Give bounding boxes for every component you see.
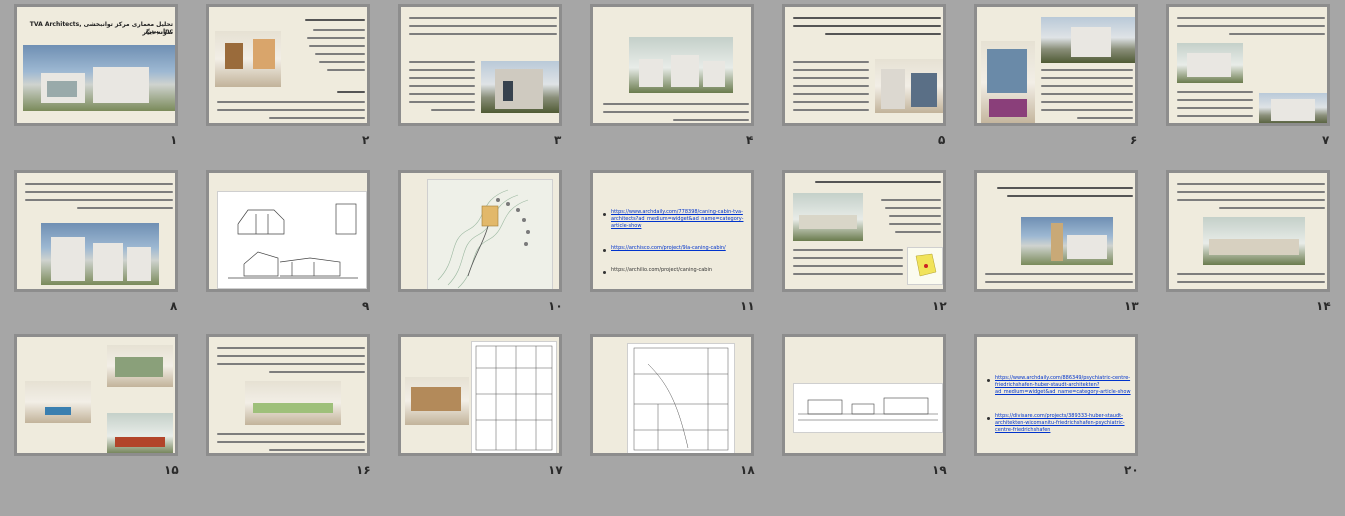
slide-12-map xyxy=(907,247,943,285)
slide-13-photo xyxy=(1021,217,1113,265)
slide-7[interactable] xyxy=(1166,4,1330,126)
slide-3-number: ۳ xyxy=(554,133,562,147)
slide-19[interactable] xyxy=(782,334,946,456)
slide-17[interactable] xyxy=(398,334,562,456)
slide-17-floor-plan xyxy=(471,341,557,453)
slide-9[interactable] xyxy=(206,170,370,292)
slide-thumb-19[interactable]: ۱۹ xyxy=(774,330,956,491)
slide-14-number: ۱۴ xyxy=(1316,299,1331,313)
slide-18-floor-plan xyxy=(627,343,735,453)
slide-12-number: ۱۲ xyxy=(932,299,947,313)
slide-17-photo xyxy=(405,377,469,425)
slide-6[interactable] xyxy=(974,4,1138,126)
slide-15-number: ۱۵ xyxy=(164,463,179,477)
slide-11[interactable]: https://www.archdaily.com/778398/caning-… xyxy=(590,170,754,292)
slide-thumb-18[interactable]: ۱۸ xyxy=(582,330,764,491)
slide-thumb-5[interactable]: ۵ xyxy=(774,0,956,161)
slide-19-section-drawing xyxy=(793,383,943,433)
slide-thumb-12[interactable]: ۱۲ xyxy=(774,166,956,327)
slide-7-number: ۷ xyxy=(1322,133,1330,147)
slide-13[interactable] xyxy=(974,170,1138,292)
slide-4-number: ۴ xyxy=(746,133,754,147)
slide-7-photo-1 xyxy=(1177,43,1243,83)
slide-12-photo xyxy=(793,193,863,241)
slide-17-number: ۱۷ xyxy=(548,463,563,477)
slide-6-number: ۶ xyxy=(1130,133,1138,147)
slide-thumb-2[interactable]: ۲ xyxy=(198,0,380,161)
slide-5-photo xyxy=(875,59,943,113)
slide-sorter-grid: تحلیل معماری مرکز توانبخشی TVA Architect… xyxy=(0,0,1345,516)
slide-thumb-6[interactable]: ۶ xyxy=(966,0,1148,161)
slide-20[interactable]: https://www.archdaily.com/886349/psychia… xyxy=(974,334,1138,456)
slide-16-number: ۱۶ xyxy=(356,463,371,477)
slide-8-photo xyxy=(41,223,159,285)
slide-11-link-2[interactable]: https://archisco.com/project/9la-caning-… xyxy=(611,245,749,252)
slide-thumb-17[interactable]: ۱۷ xyxy=(390,330,572,491)
slide-5[interactable] xyxy=(782,4,946,126)
slide-2-photo xyxy=(215,31,281,87)
slide-thumb-15[interactable]: ۱۵ xyxy=(6,330,188,491)
slide-10-number: ۱۰ xyxy=(548,299,563,313)
slide-4[interactable] xyxy=(590,4,754,126)
slide-thumb-11[interactable]: https://www.archdaily.com/778398/caning-… xyxy=(582,166,764,327)
slide-19-number: ۱۹ xyxy=(932,463,947,477)
slide-thumb-20[interactable]: https://www.archdaily.com/886349/psychia… xyxy=(966,330,1148,491)
slide-1-number: ۱ xyxy=(170,133,178,147)
slide-16-photo xyxy=(245,381,341,425)
slide-thumb-3[interactable]: ۳ xyxy=(390,0,572,161)
slide-15[interactable] xyxy=(14,334,178,456)
slide-20-link-1[interactable]: https://www.archdaily.com/886349/psychia… xyxy=(995,375,1133,396)
slide-14-photo xyxy=(1203,217,1305,265)
slide-6-photo-1 xyxy=(1041,17,1135,63)
slide-18-number: ۱۸ xyxy=(740,463,755,477)
slide-1-subtitle: نمونه دیگر xyxy=(142,29,173,36)
slide-9-elevation-drawing xyxy=(217,191,367,289)
slide-thumb-13[interactable]: ۱۳ xyxy=(966,166,1148,327)
slide-4-photo xyxy=(629,37,733,93)
slide-12[interactable] xyxy=(782,170,946,292)
slide-thumb-8[interactable]: ۸ xyxy=(6,166,188,327)
slide-7-photo-2 xyxy=(1259,93,1327,123)
slide-11-link-3[interactable]: https://archilio.com/project/caning-cabi… xyxy=(611,267,749,274)
slide-20-number: ۲۰ xyxy=(1124,463,1139,477)
slide-18[interactable] xyxy=(590,334,754,456)
slide-2-number: ۲ xyxy=(362,133,370,147)
slide-8-number: ۸ xyxy=(170,299,178,313)
slide-10[interactable] xyxy=(398,170,562,292)
slide-10-site-plan xyxy=(427,179,553,289)
slide-15-photo-2 xyxy=(25,381,91,423)
slide-1[interactable]: تحلیل معماری مرکز توانبخشی TVA Architect… xyxy=(14,4,178,126)
slide-thumb-1[interactable]: تحلیل معماری مرکز توانبخشی TVA Architect… xyxy=(6,0,188,161)
slide-20-link-2[interactable]: https://divisare.com/projects/389333-hub… xyxy=(995,413,1133,434)
slide-6-photo-2 xyxy=(981,41,1035,123)
slide-3-photo xyxy=(481,61,559,113)
slide-thumb-4[interactable]: ۴ xyxy=(582,0,764,161)
slide-9-number: ۹ xyxy=(362,299,370,313)
slide-13-number: ۱۳ xyxy=(1124,299,1139,313)
slide-thumb-16[interactable]: ۱۶ xyxy=(198,330,380,491)
slide-1-photo xyxy=(23,45,175,111)
slide-15-photo-3 xyxy=(107,413,173,453)
slide-11-link-1[interactable]: https://www.archdaily.com/778398/caning-… xyxy=(611,209,749,230)
slide-5-number: ۵ xyxy=(938,133,946,147)
slide-thumb-9[interactable]: ۹ xyxy=(198,166,380,327)
slide-2[interactable] xyxy=(206,4,370,126)
slide-thumb-7[interactable]: ۷ xyxy=(1158,0,1340,161)
slide-thumb-14[interactable]: ۱۴ xyxy=(1158,166,1340,327)
slide-14[interactable] xyxy=(1166,170,1330,292)
slide-15-photo-1 xyxy=(107,345,173,387)
slide-16[interactable] xyxy=(206,334,370,456)
slide-8[interactable] xyxy=(14,170,178,292)
slide-3[interactable] xyxy=(398,4,562,126)
slide-11-number: ۱۱ xyxy=(740,299,755,313)
slide-thumb-10[interactable]: ۱۰ xyxy=(390,166,572,327)
